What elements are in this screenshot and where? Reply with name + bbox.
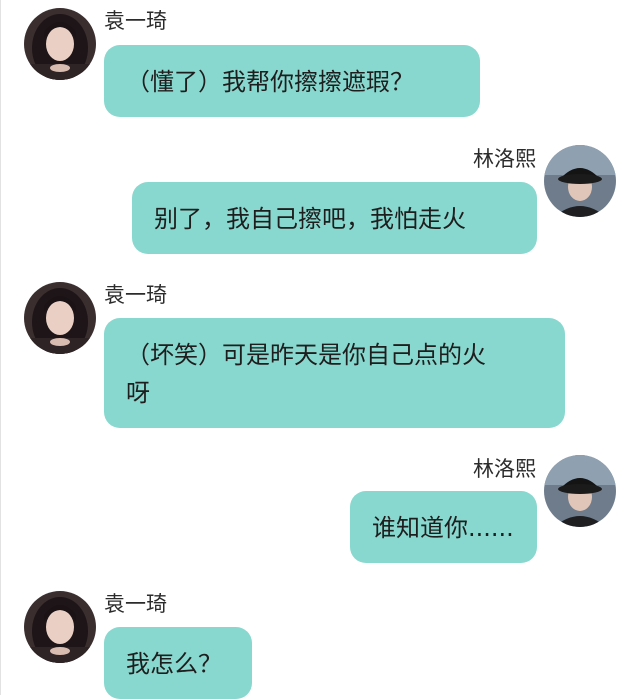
- sender-name-right: 林洛熙: [473, 457, 536, 481]
- female-portrait-avatar-icon[interactable]: [24, 282, 96, 354]
- message-text: 谁知道你......: [372, 514, 514, 542]
- bucket-hat-portrait-avatar-icon[interactable]: [544, 145, 616, 217]
- sender-name-left: 袁一琦: [104, 592, 167, 616]
- message-text-line-1: （坏笑）可是昨天是你自己点的火: [126, 341, 486, 369]
- message-text: （懂了）我帮你擦擦遮瑕？: [126, 68, 414, 96]
- sender-name-right: 林洛熙: [473, 147, 536, 171]
- message-text-line-2: 呀: [126, 379, 150, 407]
- message-text: 别了，我自己擦吧，我怕走火: [154, 205, 466, 233]
- female-portrait-avatar-icon[interactable]: [24, 8, 96, 80]
- message-bubble[interactable]: 谁知道你......: [350, 491, 537, 563]
- message-bubble[interactable]: （坏笑）可是昨天是你自己点的火 呀: [104, 318, 565, 428]
- sender-name-left: 袁一琦: [104, 9, 167, 33]
- message-text: 我怎么？: [126, 650, 222, 678]
- message-bubble[interactable]: 我怎么？: [104, 627, 252, 699]
- bucket-hat-portrait-avatar-icon[interactable]: [544, 455, 616, 527]
- female-portrait-avatar-icon[interactable]: [24, 591, 96, 663]
- message-bubble[interactable]: 别了，我自己擦吧，我怕走火: [132, 182, 537, 254]
- message-bubble[interactable]: （懂了）我帮你擦擦遮瑕？: [104, 45, 480, 117]
- sender-name-left: 袁一琦: [104, 283, 167, 307]
- left-edge-divider: [0, 0, 1, 695]
